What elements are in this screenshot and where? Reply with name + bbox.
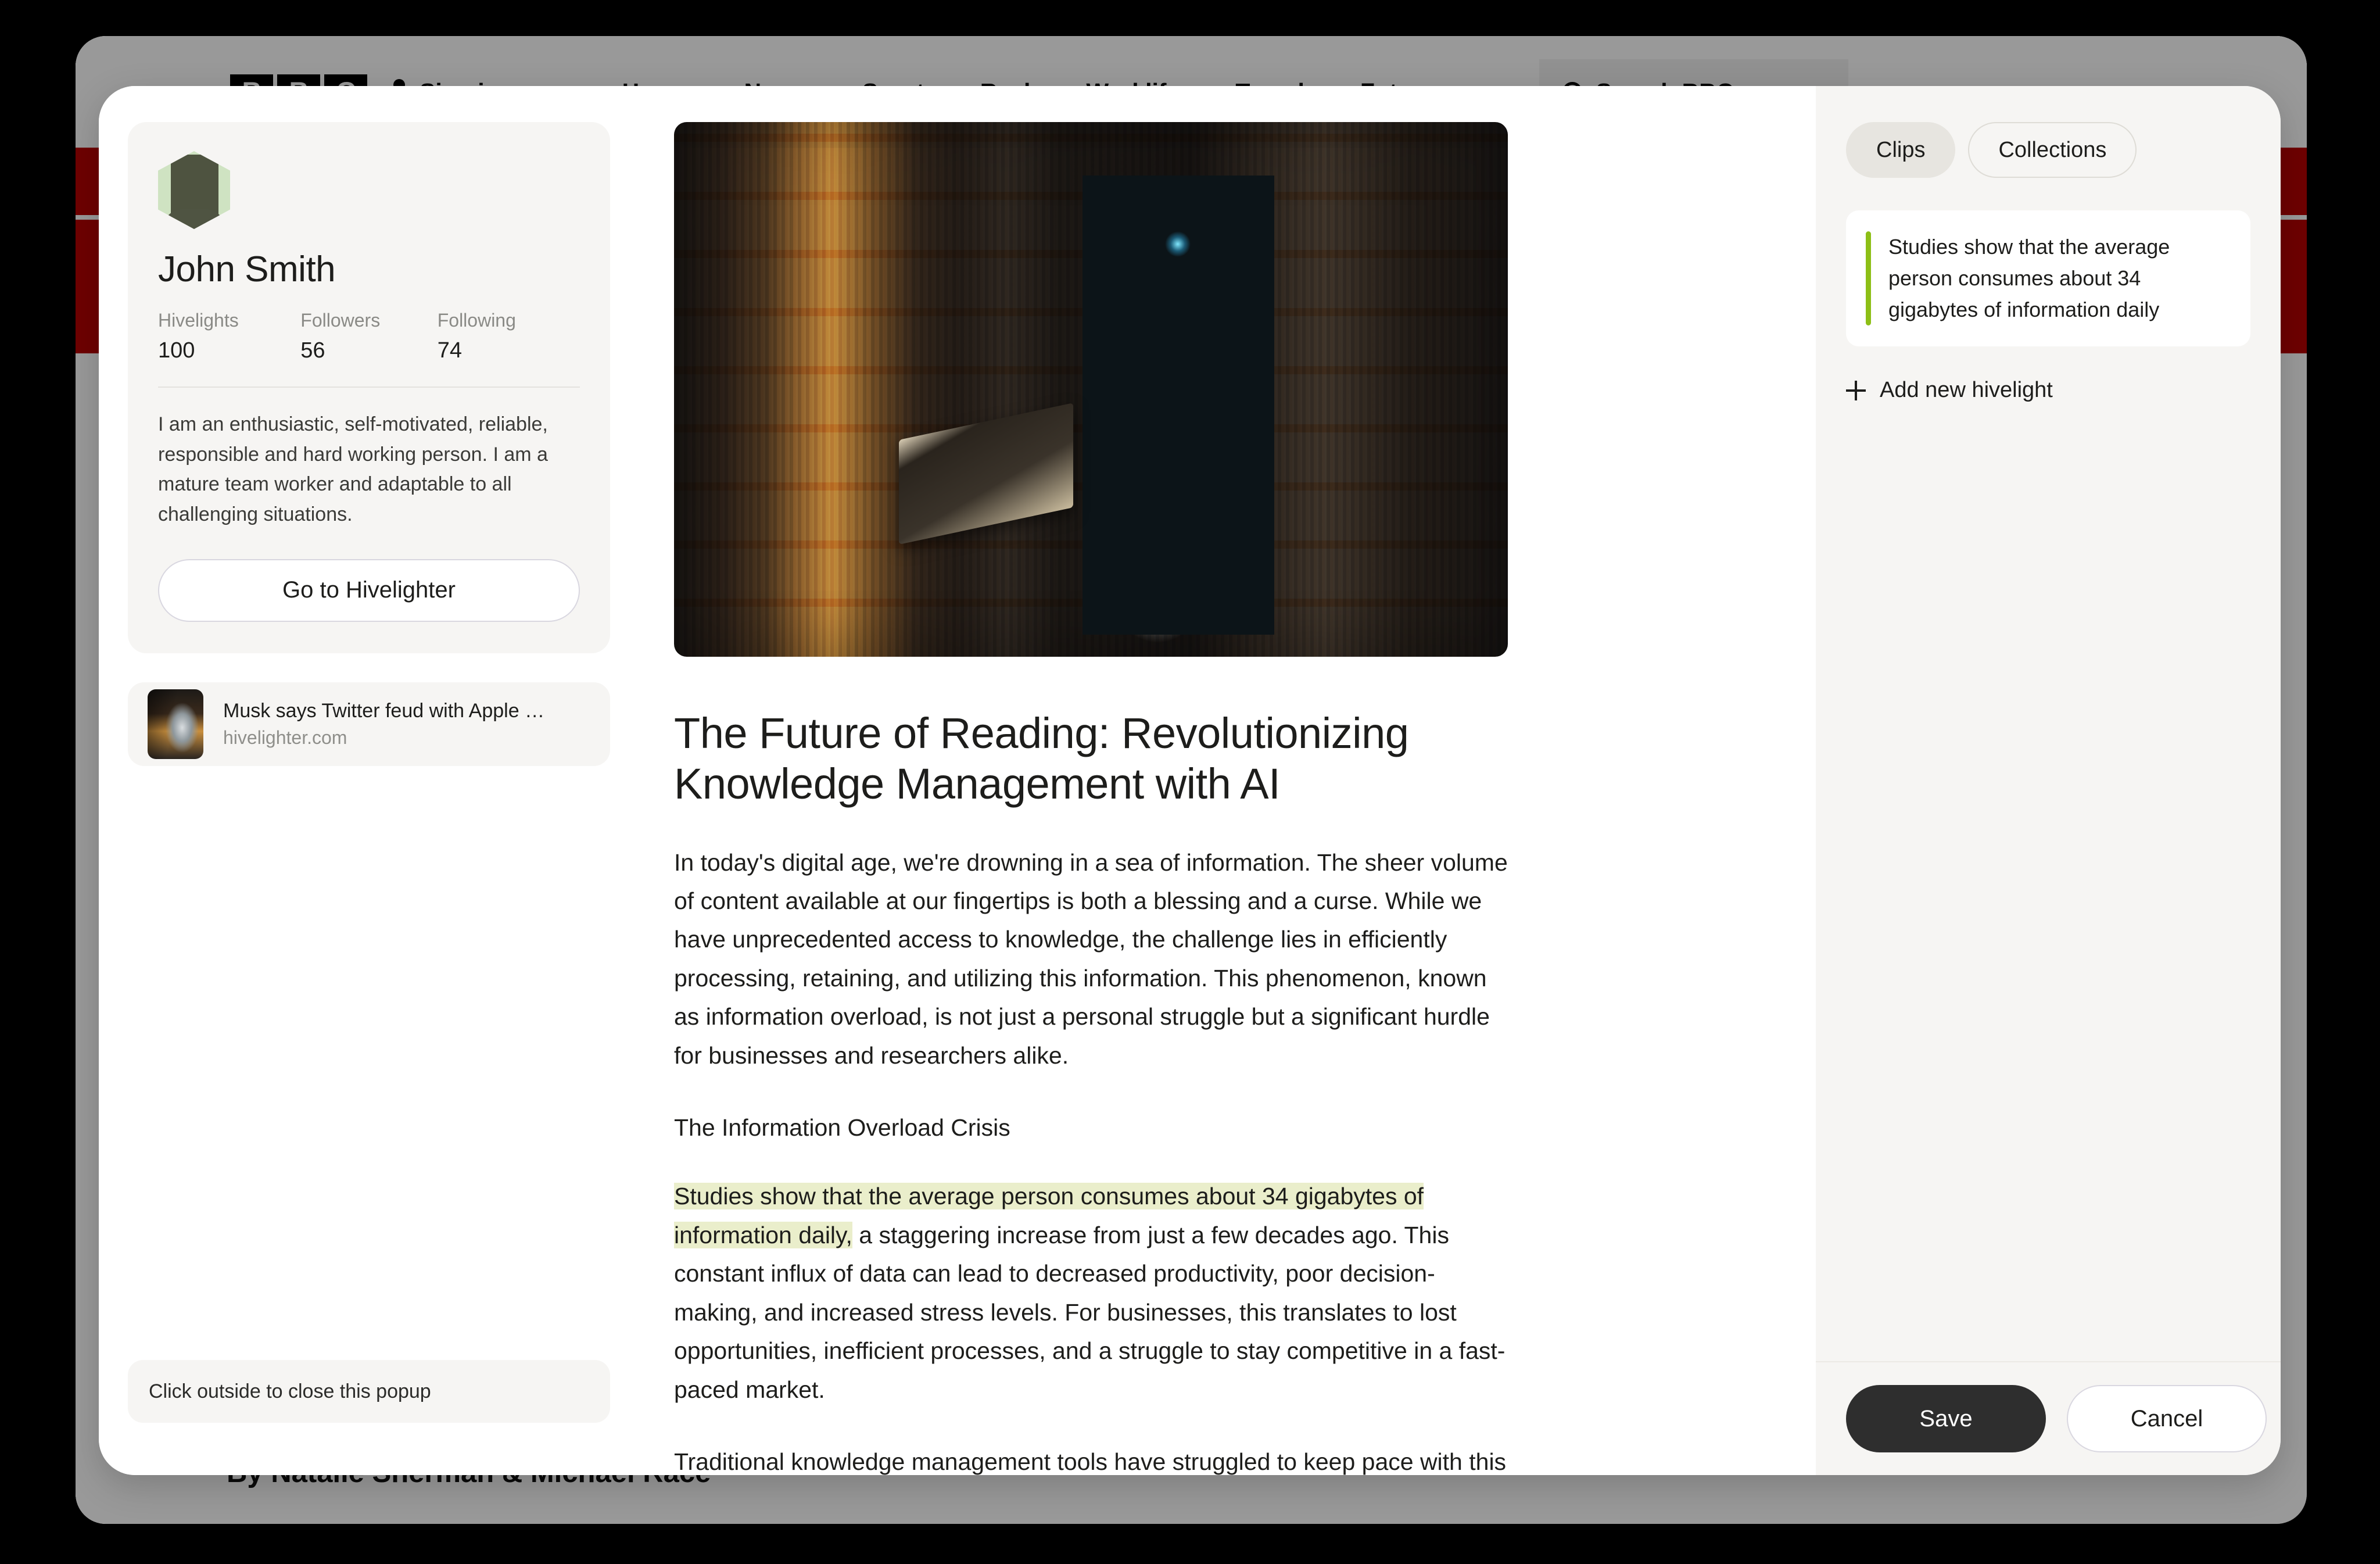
stat-followers-label: Followers xyxy=(300,310,381,331)
divider xyxy=(158,386,580,388)
profile-name: John Smith xyxy=(158,249,336,289)
add-new-hivelight-label: Add new hivelight xyxy=(1880,378,2053,402)
avatar xyxy=(158,151,230,229)
profile-sidebar: John Smith Hivelights 100 Followers 56 F… xyxy=(99,86,639,1475)
link-domain: hivelighter.com xyxy=(223,726,347,748)
clip-card[interactable]: Studies show that the average person con… xyxy=(1846,210,2250,346)
stat-followers-value: 56 xyxy=(300,338,325,363)
panel-footer: Save Cancel xyxy=(1816,1361,2281,1475)
article-paragraph-rest: a staggering increase from just a few de… xyxy=(674,1221,1506,1403)
avatar-shoulders xyxy=(163,209,225,229)
stat-hivelights-label: Hivelights xyxy=(158,310,239,331)
profile-bio: I am an enthusiastic, self-motivated, re… xyxy=(158,413,548,526)
article-paragraph-highlighted: Studies show that the average person con… xyxy=(674,1177,1511,1408)
stat-hivelights-value: 100 xyxy=(158,338,195,363)
profile-stats: Hivelights 100 Followers 56 Following 74 xyxy=(158,310,580,363)
stat-hivelights: Hivelights 100 xyxy=(158,310,300,363)
panel-tabs: Clips Collections xyxy=(1846,122,2250,178)
article-hero-image xyxy=(674,122,1508,657)
add-new-hivelight-button[interactable]: Add new hivelight xyxy=(1846,378,2250,403)
article-subheading: The Information Overload Crisis xyxy=(674,1114,1010,1141)
cancel-button[interactable]: Cancel xyxy=(2067,1385,2267,1452)
stat-followers: Followers 56 xyxy=(300,310,437,363)
profile-card: John Smith Hivelights 100 Followers 56 F… xyxy=(128,122,610,653)
stat-following-label: Following xyxy=(437,310,516,331)
link-thumbnail xyxy=(148,689,203,759)
clips-panel: Clips Collections Studies show that the … xyxy=(1816,86,2281,1475)
article-paragraph-1: In today's digital age, we're drowning i… xyxy=(674,849,1508,1069)
plus-icon xyxy=(1846,380,1866,400)
link-preview-card[interactable]: Musk says Twitter feud with Apple bos… h… xyxy=(128,682,610,766)
book-illustration xyxy=(899,403,1074,545)
hivelighter-popup: John Smith Hivelights 100 Followers 56 F… xyxy=(99,86,2281,1475)
robot-illustration xyxy=(1083,176,1275,635)
article-title: The Future of Reading: Revolutionizing K… xyxy=(674,709,1409,808)
go-to-hivelighter-button[interactable]: Go to Hivelighter xyxy=(158,559,580,622)
stat-following: Following 74 xyxy=(438,310,580,363)
link-text-block: Musk says Twitter feud with Apple bos… h… xyxy=(223,700,549,749)
stat-following-value: 74 xyxy=(437,338,462,363)
close-popup-hint: Click outside to close this popup xyxy=(128,1360,610,1423)
save-button[interactable]: Save xyxy=(1846,1385,2046,1452)
clip-accent-bar xyxy=(1866,231,1871,325)
tab-clips[interactable]: Clips xyxy=(1846,122,1956,178)
tab-collections[interactable]: Collections xyxy=(1968,122,2137,178)
article-content: The Future of Reading: Revolutionizing K… xyxy=(639,86,1816,1475)
article-paragraph-last: Traditional knowledge management tools h… xyxy=(674,1448,1507,1475)
link-title: Musk says Twitter feud with Apple bos… xyxy=(223,699,549,722)
clip-text: Studies show that the average person con… xyxy=(1888,235,2170,321)
